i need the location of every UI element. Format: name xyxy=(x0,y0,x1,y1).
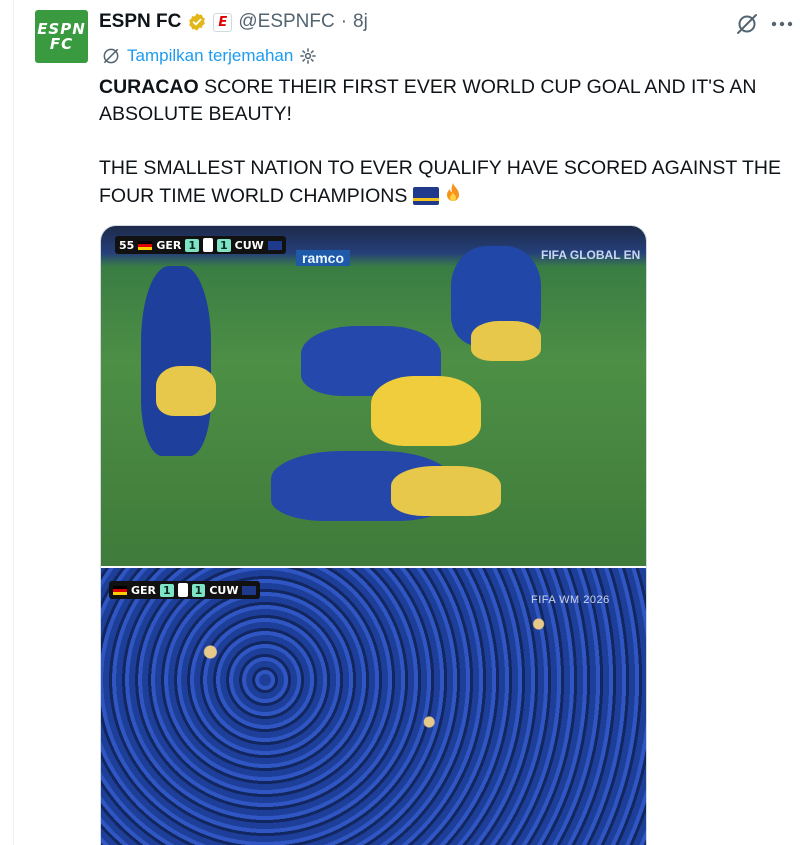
grok-icon[interactable] xyxy=(735,12,759,36)
ad-board-right: FIFA GLOBAL EN xyxy=(541,248,641,262)
ad-board-left: ramco xyxy=(296,250,351,266)
timeline-border xyxy=(13,0,14,845)
translate-link[interactable]: Tampilkan terjemahan xyxy=(127,46,293,66)
broadcast-watermark: FIFA WM 2026 xyxy=(531,594,610,606)
goal-celebration-photo[interactable]: ramco FIFA GLOBAL EN 55 GER 1 1 CUW xyxy=(101,226,646,566)
player-figure xyxy=(141,266,211,456)
curacao-flag-icon xyxy=(267,240,282,250)
crowd-photo[interactable] xyxy=(101,568,646,845)
translate-row[interactable]: Tampilkan terjemahan xyxy=(101,46,317,66)
tweet-paragraph-2: THE SMALLEST NATION TO EVER QUALIFY HAVE… xyxy=(99,155,789,214)
scorebug-home: GER xyxy=(156,238,182,252)
scorebug-home: GER xyxy=(131,583,157,597)
trophy-icon xyxy=(177,583,188,597)
trophy-icon xyxy=(202,238,213,252)
germany-flag-icon xyxy=(138,240,153,250)
scorebug-away: CUW xyxy=(234,238,264,252)
player-shorts xyxy=(391,466,501,516)
curacao-flag-icon xyxy=(242,585,257,595)
scorebug-away-score: 1 xyxy=(191,583,206,597)
scorebug: 55 GER 1 1 CUW xyxy=(115,236,286,254)
more-icon[interactable] xyxy=(770,12,794,36)
fire-icon xyxy=(442,182,464,214)
curacao-flag-icon xyxy=(412,187,439,205)
handle[interactable]: @ESPNFC xyxy=(238,11,334,33)
tweet-text: CURACAO SCORE THEIR FIRST EVER WORLD CUP… xyxy=(99,74,789,214)
separator-dot: · xyxy=(340,11,348,32)
translate-globe-icon xyxy=(101,46,121,66)
verified-badge-icon[interactable] xyxy=(187,12,207,32)
scorebug: GER 1 1 CUW xyxy=(109,581,261,599)
affiliate-badge-letter: E xyxy=(218,14,228,30)
timestamp[interactable]: 8j xyxy=(353,11,368,33)
tweet-line2: THE SMALLEST NATION TO EVER QUALIFY HAVE… xyxy=(99,157,781,207)
avatar-text-fc: FC xyxy=(49,34,74,53)
tweet-bold-team: CURACAO xyxy=(99,76,199,98)
player-shorts xyxy=(371,376,481,446)
espn-affiliate-badge-icon[interactable]: E xyxy=(213,12,233,32)
tweet-media[interactable]: ramco FIFA GLOBAL EN 55 GER 1 1 CUW GER … xyxy=(100,225,647,845)
germany-flag-icon xyxy=(113,585,127,595)
player-shorts xyxy=(471,321,541,361)
tweet-header: ESPN FC E @ESPNFC · 8j xyxy=(99,10,368,34)
player-shorts xyxy=(156,366,216,416)
scorebug-minute: 55 xyxy=(119,238,135,252)
tweet-paragraph-1: CURACAO SCORE THEIR FIRST EVER WORLD CUP… xyxy=(99,74,789,128)
display-name[interactable]: ESPN FC xyxy=(99,11,181,33)
scorebug-away-score: 1 xyxy=(216,238,231,252)
gear-icon[interactable] xyxy=(299,47,317,65)
scorebug-home-score: 1 xyxy=(185,238,199,252)
scorebug-away: CUW xyxy=(209,583,239,597)
avatar[interactable]: ESPN FC xyxy=(35,10,88,63)
scorebug-home-score: 1 xyxy=(160,583,174,597)
